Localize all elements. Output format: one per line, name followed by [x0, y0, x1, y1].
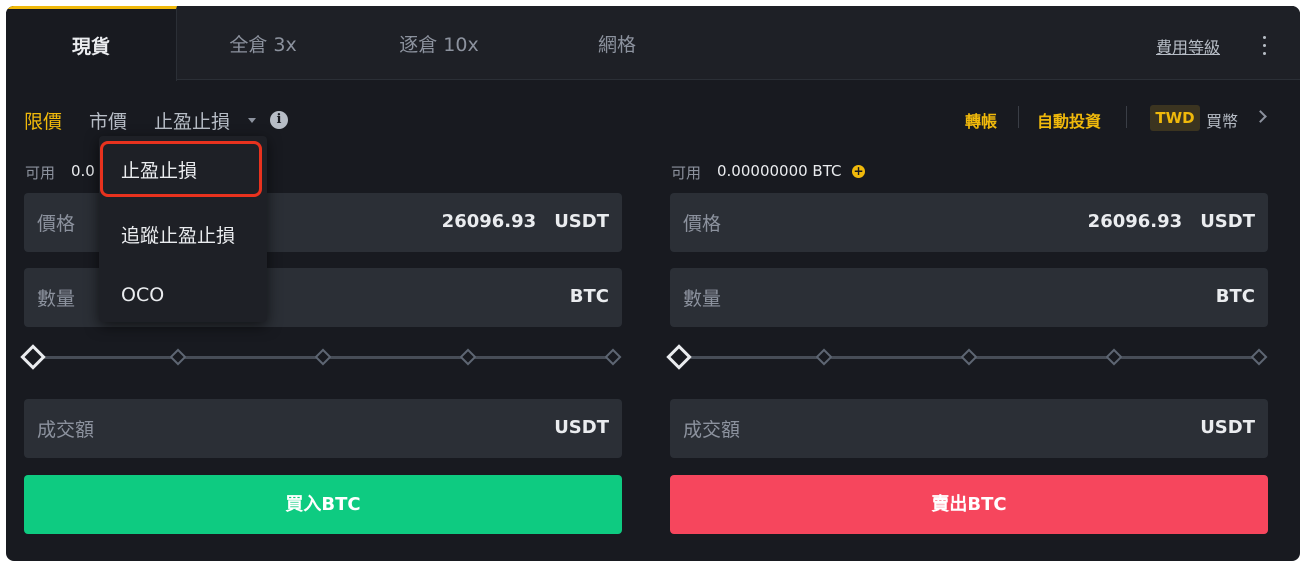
info-icon[interactable]: i [270, 111, 288, 129]
transfer-link[interactable]: 轉帳 [965, 108, 997, 132]
divider [1126, 106, 1127, 128]
slider-step-75[interactable] [459, 348, 477, 366]
chevron-right-icon[interactable] [1254, 110, 1267, 123]
buy-price-label: 價格 [37, 213, 76, 235]
order-type-stop-limit[interactable]: 止盈止損 [154, 107, 230, 134]
slider-step-100[interactable] [604, 348, 622, 366]
tab-isolated-margin[interactable]: 逐倉 10x [349, 6, 529, 80]
slider-handle[interactable] [666, 344, 692, 370]
sell-total-input[interactable]: 成交額 USDT [670, 399, 1268, 458]
sell-amount-input[interactable]: 數量 BTC [670, 268, 1268, 327]
sell-percent-slider[interactable] [666, 343, 1268, 371]
order-type-dropdown: 止盈止損 追蹤止盈止損 OCO [99, 136, 267, 322]
slider-step-100[interactable] [1250, 348, 1268, 366]
slider-step-50[interactable] [314, 348, 332, 366]
tab-cross-margin[interactable]: 全倉 3x [177, 6, 349, 80]
tab-spot[interactable]: 現貨 [6, 6, 177, 81]
dropdown-item-trailing-stop[interactable]: 追蹤止盈止損 [121, 221, 235, 248]
trade-panel: 現貨 全倉 3x 逐倉 10x 網格 費用等級 限價 市價 止盈止損 i 轉帳 … [6, 6, 1300, 561]
buy-amount-label: 數量 [37, 288, 76, 310]
sell-price-value: 26096.93 [1087, 211, 1183, 232]
sell-available-value: 0.00000000 BTC [717, 162, 842, 180]
slider-step-75[interactable] [1105, 348, 1123, 366]
buy-available-value: 0.0 [71, 162, 95, 180]
sell-amount-unit: BTC [1215, 286, 1255, 307]
chevron-down-icon[interactable] [248, 118, 256, 123]
sell-total-unit: USDT [1200, 417, 1255, 438]
highlight-box [100, 141, 262, 197]
buy-total-label: 成交額 [37, 419, 95, 441]
plus-icon[interactable]: + [852, 165, 865, 178]
buy-total-input[interactable]: 成交額 USDT [24, 399, 622, 458]
buy-percent-slider[interactable] [20, 343, 622, 371]
auto-invest-link[interactable]: 自動投資 [1037, 108, 1101, 132]
buy-price-value: 26096.93 [441, 211, 537, 232]
sell-amount-label: 數量 [683, 288, 722, 310]
buy-btc-button[interactable]: 買入BTC [24, 475, 622, 534]
more-menu-icon[interactable] [1256, 36, 1272, 58]
order-type-limit[interactable]: 限價 [24, 107, 62, 134]
sell-price-unit: USDT [1200, 211, 1255, 232]
dropdown-item-oco[interactable]: OCO [121, 284, 164, 306]
divider [1018, 106, 1019, 128]
sell-available-label: 可用 [671, 164, 702, 182]
slider-step-25[interactable] [815, 348, 833, 366]
sell-btc-button[interactable]: 賣出BTC [670, 475, 1268, 534]
currency-badge[interactable]: TWD [1150, 105, 1200, 131]
sell-price-label: 價格 [683, 213, 722, 235]
slider-step-25[interactable] [169, 348, 187, 366]
slider-handle[interactable] [20, 344, 46, 370]
fee-level-link[interactable]: 費用等級 [1156, 34, 1220, 58]
tab-grid[interactable]: 網格 [529, 6, 705, 80]
buy-total-unit: USDT [554, 417, 609, 438]
sell-total-label: 成交額 [683, 419, 741, 441]
order-type-market[interactable]: 市價 [89, 107, 127, 134]
slider-step-50[interactable] [960, 348, 978, 366]
buy-amount-unit: BTC [569, 286, 609, 307]
sell-price-input[interactable]: 價格 26096.93 USDT [670, 193, 1268, 252]
buy-coin-link[interactable]: 買幣 [1206, 108, 1238, 132]
tab-bar: 現貨 全倉 3x 逐倉 10x 網格 費用等級 [6, 6, 1300, 81]
buy-available-label: 可用 [25, 164, 56, 182]
buy-price-unit: USDT [554, 211, 609, 232]
